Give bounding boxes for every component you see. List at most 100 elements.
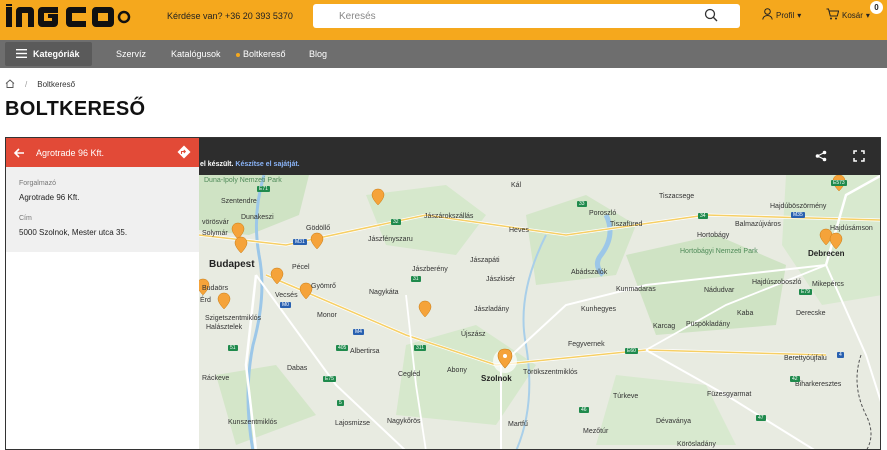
road-badge: E71 bbox=[257, 186, 270, 192]
road-badge: 33 bbox=[577, 201, 587, 207]
city-label: Debrecen bbox=[808, 249, 845, 258]
city-label: Túrkeve bbox=[613, 393, 639, 400]
contact-question[interactable]: Kérdése van? +36 20 393 5370 bbox=[167, 11, 293, 21]
city-label: Budapest bbox=[209, 259, 255, 270]
road-badge: 51 bbox=[228, 345, 238, 351]
city-label: Biharkeresztes bbox=[795, 381, 842, 388]
city-label: Derecske bbox=[796, 310, 826, 317]
caret-down-icon: ▾ bbox=[797, 10, 802, 20]
road-badge: E60 bbox=[625, 348, 638, 354]
nav-item-blog[interactable]: Blog bbox=[309, 49, 327, 59]
city-label: Hortobágyi Nemzeti Park bbox=[680, 248, 758, 255]
city-label: Poroszló bbox=[589, 210, 617, 217]
nav-item-boltkereso[interactable]: Boltkereső bbox=[236, 49, 286, 59]
active-dot bbox=[236, 52, 240, 57]
fullscreen-icon[interactable] bbox=[853, 149, 865, 167]
city-label: Abádszalók bbox=[571, 269, 608, 276]
profile-menu[interactable]: Profil ▾ bbox=[762, 8, 801, 22]
city-label: Albertirsa bbox=[350, 348, 380, 355]
search-input[interactable]: Keresés bbox=[339, 11, 376, 22]
city-label: Újszász bbox=[461, 331, 486, 338]
nav-item-szerviz[interactable]: Szervíz bbox=[116, 49, 146, 59]
city-label: Körösladány bbox=[677, 441, 716, 448]
city-label: Vecsés bbox=[275, 292, 298, 299]
city-label: Solymár bbox=[202, 230, 228, 237]
city-label: Lajosmizse bbox=[335, 420, 371, 427]
city-label: Abony bbox=[447, 367, 467, 374]
hamburger-icon bbox=[16, 48, 27, 60]
city-label: Füzesgyarmat bbox=[707, 391, 752, 398]
city-label: Kál bbox=[511, 182, 522, 189]
city-label: Cegléd bbox=[398, 371, 421, 378]
home-icon[interactable] bbox=[5, 79, 15, 90]
store-locator-map[interactable]: el készült. Készítse el sajátját. Budape… bbox=[5, 137, 881, 450]
address-value: 5000 Szolnok, Mester utca 35. bbox=[19, 228, 128, 237]
city-label: Kunhegyes bbox=[581, 306, 617, 313]
distributor-label: Forgalmazó bbox=[19, 180, 56, 187]
city-label: Dunakeszi bbox=[241, 214, 274, 221]
city-label: vörösvár bbox=[202, 219, 229, 226]
road-badge: 47 bbox=[756, 415, 766, 421]
road-badge: M31 bbox=[293, 239, 307, 245]
address-label: Cím bbox=[19, 215, 32, 222]
city-label: Dabas bbox=[287, 365, 308, 372]
city-label: Jászapáti bbox=[470, 257, 500, 264]
nav-item-katalogusok[interactable]: Katalógusok bbox=[171, 49, 221, 59]
city-label: Hajdúszoboszló bbox=[752, 279, 802, 286]
city-label: Martfű bbox=[508, 421, 528, 428]
top-bar: Kérdése van? +36 20 393 5370 Keresés Pro… bbox=[0, 0, 887, 40]
city-label: Érd bbox=[200, 297, 211, 304]
city-label: Mezőtúr bbox=[583, 428, 609, 435]
main-nav: Kategóriák Szervíz Katalógusok Boltkeres… bbox=[0, 40, 887, 68]
search-box[interactable]: Keresés bbox=[313, 4, 740, 28]
categories-label: Kategóriák bbox=[33, 49, 80, 59]
city-label: Budaörs bbox=[202, 285, 229, 292]
road-badge: E573 bbox=[831, 180, 847, 186]
city-label: Tiszafüred bbox=[610, 221, 643, 228]
road-badge: 5 bbox=[337, 400, 344, 406]
caret-down-icon: ▾ bbox=[865, 10, 870, 20]
city-label: Gödöllő bbox=[306, 225, 331, 232]
cart-label: Kosár bbox=[842, 10, 863, 20]
store-info-panel: Agrotrade 96 Kft. Forgalmazó Agrotrade 9… bbox=[6, 138, 199, 449]
road-badge: E79 bbox=[799, 289, 812, 295]
road-badge: M0 bbox=[280, 302, 291, 308]
city-label: Monor bbox=[317, 312, 337, 319]
road-badge: 34 bbox=[698, 213, 708, 219]
ingco-logo[interactable] bbox=[6, 4, 132, 35]
road-badge: M4 bbox=[353, 329, 364, 335]
city-label: Ráckeve bbox=[202, 375, 230, 382]
road-badge: 46 bbox=[579, 407, 589, 413]
road-badge: 311 bbox=[414, 345, 426, 351]
nav-item-boltkereso-label: Boltkereső bbox=[243, 49, 286, 59]
categories-button[interactable]: Kategóriák bbox=[5, 42, 92, 66]
user-icon bbox=[762, 8, 773, 22]
city-label: Hajdúböszörmény bbox=[770, 203, 827, 210]
share-icon[interactable] bbox=[815, 149, 827, 167]
road-badge: 4 bbox=[837, 352, 844, 358]
back-arrow-icon[interactable] bbox=[13, 146, 25, 164]
city-label: Jászladány bbox=[474, 306, 510, 313]
city-label: Fegyvernek bbox=[568, 341, 605, 348]
directions-icon[interactable] bbox=[177, 145, 191, 164]
road-badge: 31 bbox=[411, 276, 421, 282]
city-label: Mikepércs bbox=[812, 281, 844, 288]
cart-icon bbox=[826, 8, 840, 22]
cart-menu[interactable]: Kosár ▾ bbox=[826, 8, 870, 22]
road-badge: 32 bbox=[391, 219, 401, 225]
search-icon[interactable] bbox=[704, 8, 718, 27]
map-credit-link[interactable]: Készítse el sajátját. bbox=[235, 161, 299, 168]
city-label: Jászárokszállás bbox=[424, 213, 474, 220]
panel-body: Forgalmazó Agrotrade 96 Kft. Cím 5000 Sz… bbox=[6, 167, 199, 252]
road-badge: 405 bbox=[336, 345, 349, 351]
page-title: BOLTKERESŐ bbox=[5, 98, 146, 120]
city-label: Kunmadaras bbox=[616, 286, 656, 293]
profile-label: Profil bbox=[776, 10, 795, 20]
road-badge: E75 bbox=[323, 376, 336, 382]
breadcrumb: / Boltkereső bbox=[5, 79, 75, 90]
city-label: Duna-Ipoly Nemzeti Park bbox=[204, 177, 282, 184]
city-label: Gyömrő bbox=[311, 283, 336, 290]
city-label: Hajdúsámson bbox=[830, 225, 873, 232]
map-credit-text: el készült. bbox=[200, 161, 234, 168]
panel-title: Agrotrade 96 Kft. bbox=[36, 148, 105, 158]
